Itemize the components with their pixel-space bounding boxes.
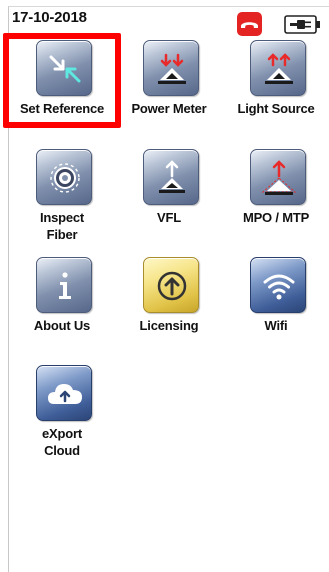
info-icon xyxy=(36,257,92,313)
licensing-icon xyxy=(143,257,199,313)
app-tile-power-meter[interactable]: Power Meter xyxy=(116,40,222,140)
light-source-icon xyxy=(250,40,306,96)
app-tile-mpo-mtp[interactable]: MPO / MTP xyxy=(223,149,329,249)
app-tile-light-source[interactable]: Light Source xyxy=(223,40,329,140)
phone-hangup-button[interactable] xyxy=(237,12,262,36)
app-label-set-reference: Set Reference xyxy=(19,101,105,116)
app-tile-export-cloud[interactable]: eXport Cloud xyxy=(9,365,115,465)
app-label-wifi: Wifi xyxy=(264,318,288,333)
wifi-icon xyxy=(250,257,306,313)
battery-indicator xyxy=(284,14,321,35)
inspect-fiber-icon xyxy=(36,149,92,205)
mpo-mtp-icon xyxy=(250,149,306,205)
phone-hangup-icon xyxy=(241,22,258,28)
power-meter-icon xyxy=(143,40,199,96)
battery-plug-icon xyxy=(284,15,320,34)
app-label-licensing: Licensing xyxy=(139,318,199,333)
app-label-power-meter: Power Meter xyxy=(131,101,207,116)
set-reference-icon xyxy=(36,40,92,96)
app-label-light-source: Light Source xyxy=(237,101,315,116)
app-tile-about-us[interactable]: About Us xyxy=(9,257,115,357)
app-label-inspect-fiber: Inspect Fiber xyxy=(39,210,85,242)
app-tile-wifi[interactable]: Wifi xyxy=(223,257,329,357)
app-label-mpo-mtp: MPO / MTP xyxy=(242,210,310,225)
app-tile-licensing[interactable]: Licensing xyxy=(116,257,222,357)
app-tile-inspect-fiber[interactable]: Inspect Fiber xyxy=(9,149,115,249)
app-label-about-us: About Us xyxy=(33,318,91,333)
vfl-icon xyxy=(143,149,199,205)
app-tile-set-reference[interactable]: Set Reference xyxy=(9,40,115,140)
status-date: 17-10-2018 xyxy=(12,9,87,26)
app-tile-vfl[interactable]: VFL xyxy=(116,149,222,249)
cloud-upload-icon xyxy=(36,365,92,421)
app-label-vfl: VFL xyxy=(157,210,181,225)
app-label-export-cloud: eXport Cloud xyxy=(42,426,82,458)
